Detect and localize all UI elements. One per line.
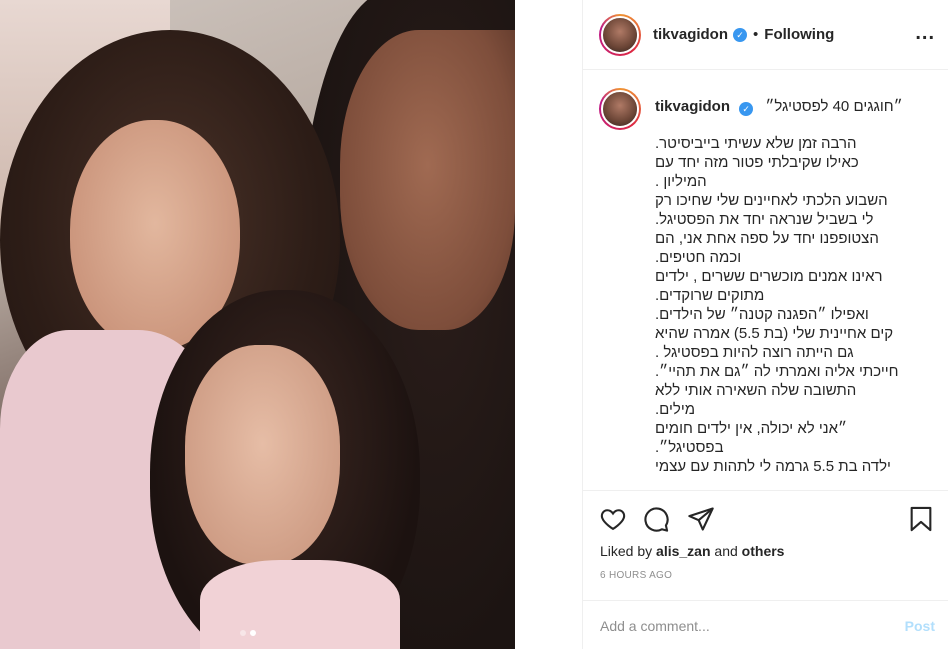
caption-line: ואפילו ״הפגנה קטנה״ של הילדים. [655, 306, 869, 323]
caption-text: הרבה זמן שלא עשיתי בייביסיטר. כאילו שקיב… [655, 134, 909, 476]
carousel-dot [240, 630, 246, 636]
comment-input[interactable]: Add a comment... [600, 618, 710, 634]
separator-dot: • [753, 26, 759, 43]
following-button[interactable]: Following [764, 26, 834, 43]
caption-line: לי בשביל שנראה יחד את הפסטיגל. [655, 211, 874, 228]
caption-line: מילים. [655, 401, 696, 418]
more-options-icon[interactable]: ... [915, 22, 935, 45]
carousel-dot-active [250, 630, 256, 636]
caption-line: ראינו אמנים מוכשרים ששרים , ילדים [655, 268, 883, 285]
caption-line: גם הייתה רוצה להיות בפסטיגל . [655, 344, 854, 361]
photo-child-shirt [200, 560, 400, 649]
liked-user-link[interactable]: alis_zan [656, 543, 710, 559]
heart-icon[interactable] [599, 505, 627, 533]
post-comment-button[interactable]: Post [905, 618, 935, 634]
post-photo[interactable] [0, 0, 515, 649]
post-header: tikvagidon ✓ • Following ... [583, 0, 948, 70]
caption-line: וכמה חטיפים. [655, 249, 742, 266]
bookmark-icon[interactable] [907, 505, 935, 533]
verified-icon: ✓ [733, 27, 748, 42]
likes-summary: Liked by alis_zan and others [600, 543, 784, 559]
comment-icon[interactable] [642, 505, 670, 533]
avatar-image [601, 15, 639, 54]
caption-line: השבוע הלכתי לאחיינים שלי שחיכו רק [655, 192, 888, 209]
caption-title: ״חוגגים 40 לפסטיגל״ [765, 98, 903, 115]
username-link[interactable]: tikvagidon [653, 26, 728, 43]
caption-line: מתוקים שרוקדים. [655, 287, 765, 304]
caption-line: ״אני לא יכולה, אין ילדים חומים [655, 420, 848, 437]
caption-line: ילדה בת 5.5 גרמה לי לתהות עם עצמי [655, 458, 891, 475]
avatar[interactable] [599, 13, 641, 56]
liked-prefix: Liked by [600, 543, 653, 559]
caption-username-link[interactable]: tikvagidon [655, 98, 730, 115]
share-icon[interactable] [687, 505, 715, 533]
caption-avatar[interactable] [599, 88, 641, 130]
caption-line: הצטופפנו יחד על ספה אחת אני, הם [655, 230, 879, 247]
caption-line: המיליון . [655, 173, 707, 190]
post-timestamp[interactable]: 6 HOURS AGO [600, 570, 672, 581]
photo-child-face [185, 345, 340, 565]
action-bar [583, 490, 948, 550]
caption-line: חייכתי אליה ואמרתי לה ״גם את תהיי״. [655, 363, 899, 380]
caption-area[interactable]: tikvagidon ✓ ״חוגגים 40 לפסטיגל״ הרבה זמ… [583, 70, 948, 490]
caption-line: בפסטיגל״. [655, 439, 724, 456]
caption-line: קים אחיינית שלי (בת 5.5) אמרה שהיא [655, 325, 894, 342]
liked-others-link[interactable]: others [742, 543, 785, 559]
post-sidebar: tikvagidon ✓ • Following ... tikvagidon … [582, 0, 948, 649]
caption-line: כאילו שקיבלתי פטור מזה יחד עם [655, 154, 859, 171]
avatar-image [601, 90, 639, 128]
photo-woman-face [340, 30, 515, 330]
verified-icon: ✓ [739, 102, 754, 116]
comment-bar: Add a comment... Post [583, 600, 948, 649]
liked-and: and [714, 543, 738, 559]
caption-line: התשובה שלה השאירה אותי ללא [655, 382, 857, 399]
carousel-dots [240, 630, 256, 636]
caption-line: הרבה זמן שלא עשיתי בייביסיטר. [655, 135, 857, 152]
